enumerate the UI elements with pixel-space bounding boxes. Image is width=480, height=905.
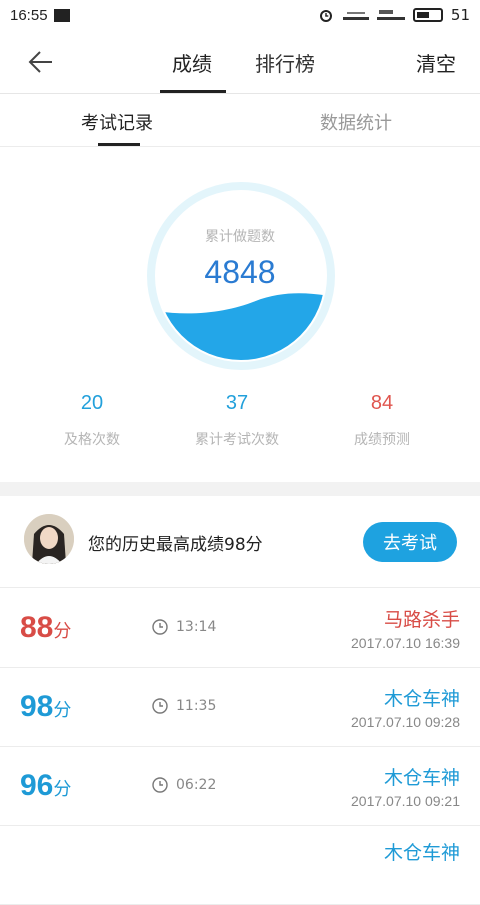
record-title: 木仓车神 [383, 842, 460, 864]
subtab-exam-records[interactable]: 考试记录 [81, 109, 153, 135]
record-date: 2017.07.10 16:39 [351, 635, 460, 651]
notification-icon [53, 8, 70, 22]
clear-button[interactable]: 清空 [416, 48, 456, 77]
exam-record-list: 88分 13:14 马路杀手 2017.07.10 16:39 98分 11:3… [0, 589, 480, 905]
tab-ranking[interactable]: 排行榜 [255, 48, 315, 77]
list-item[interactable]: 木仓车神 [0, 826, 480, 905]
status-time: 16:55 [10, 6, 48, 24]
battery-level: 51 [450, 6, 470, 24]
clock-icon [152, 619, 168, 635]
stat-value: 20 [80, 392, 104, 414]
stat-label: 累计考试次数 [195, 432, 279, 448]
sub-tabs: 考试记录 数据统计 [0, 95, 480, 147]
subtab-active-indicator [98, 143, 140, 146]
clock-icon [152, 777, 168, 793]
record-duration: 11:35 [152, 698, 216, 714]
alarm-icon [319, 10, 332, 22]
stat-label: 成绩预测 [354, 432, 410, 448]
wifi-icon [342, 12, 369, 20]
stat-exam-count: 37 累计考试次数 [157, 392, 317, 449]
record-duration: 13:14 [152, 619, 216, 635]
go-exam-button[interactable]: 去考试 [363, 522, 457, 562]
stat-value: 37 [225, 392, 249, 414]
list-item[interactable]: 88分 13:14 马路杀手 2017.07.10 16:39 [0, 589, 480, 668]
avatar [24, 514, 74, 564]
list-item[interactable]: 96分 06:22 木仓车神 2017.07.10 09:21 [0, 747, 480, 826]
section-divider [0, 482, 480, 496]
gauge-value: 4848 [204, 254, 276, 290]
record-title: 木仓车神 [383, 767, 460, 789]
status-bar: 16:55 51 [0, 0, 480, 30]
record-title: 马路杀手 [383, 609, 460, 631]
clock-icon [152, 698, 168, 714]
stat-score-prediction: 84 成绩预测 [302, 392, 462, 449]
list-item[interactable]: 98分 11:35 木仓车神 2017.07.10 09:28 [0, 668, 480, 747]
record-date: 2017.07.10 09:28 [351, 714, 460, 730]
subtab-data-statistics[interactable]: 数据统计 [320, 109, 392, 135]
top-nav: 成绩 排行榜 清空 [0, 30, 480, 94]
stat-label: 及格次数 [64, 432, 120, 448]
tab-score[interactable]: 成绩 [172, 48, 212, 77]
record-title: 木仓车神 [383, 688, 460, 710]
stats-row: 20 及格次数 37 累计考试次数 84 成绩预测 [0, 392, 480, 472]
tab-active-indicator [160, 90, 226, 93]
record-date: 2017.07.10 09:21 [351, 793, 460, 809]
stat-pass-count: 20 及格次数 [12, 392, 172, 449]
signal-icon [376, 10, 405, 20]
record-score: 96分 [20, 769, 72, 802]
record-score: 98分 [20, 690, 72, 723]
back-arrow-icon[interactable] [24, 44, 60, 80]
gauge-label: 累计做题数 [205, 229, 275, 245]
battery-icon [412, 8, 443, 22]
record-score: 88分 [20, 611, 72, 644]
stat-value: 84 [370, 392, 394, 414]
best-score-text: 您的历史最高成绩98分 [88, 535, 263, 555]
best-score-row: 您的历史最高成绩98分 去考试 [0, 496, 480, 588]
record-duration: 06:22 [152, 777, 216, 793]
